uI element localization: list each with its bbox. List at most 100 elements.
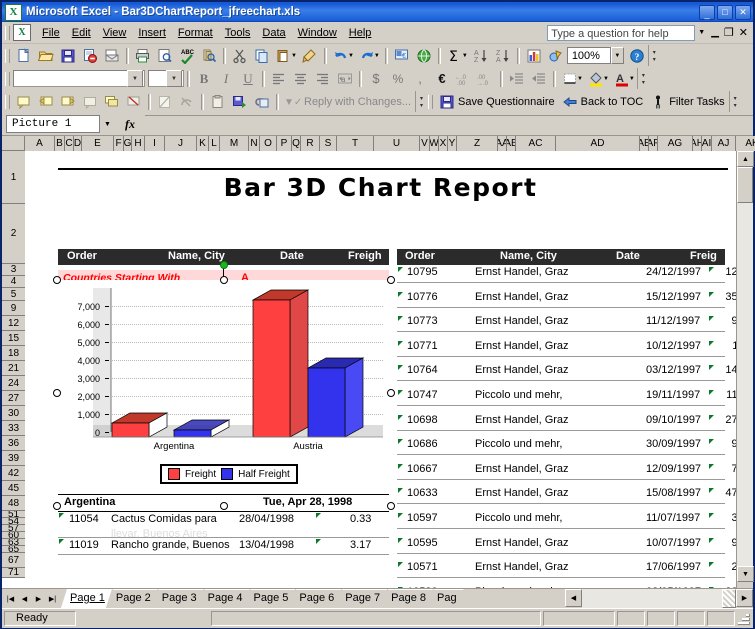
email-icon[interactable] <box>101 45 123 66</box>
resize-grip-icon[interactable] <box>737 612 751 626</box>
col-P[interactable]: P <box>277 136 292 151</box>
delete-comment-icon[interactable] <box>123 91 145 112</box>
comma-style-icon[interactable]: , <box>409 68 431 89</box>
align-right-icon[interactable] <box>312 68 334 89</box>
formula-input[interactable] <box>145 114 753 134</box>
insert-function-icon[interactable]: fx <box>115 117 145 132</box>
row-15[interactable]: 15 <box>2 331 25 346</box>
font-size-dropdown-icon[interactable]: ▼ <box>166 70 182 87</box>
permission-icon[interactable] <box>79 45 101 66</box>
sheet-tab-9[interactable]: Pag <box>428 589 464 608</box>
attach-file-icon[interactable] <box>251 91 273 112</box>
menu-edit[interactable]: Edit <box>66 25 97 41</box>
merge-and-center-icon[interactable]: a <box>334 68 356 89</box>
save-questionnaire-label[interactable]: Save Questionnaire <box>458 96 559 108</box>
back-to-toc-icon[interactable] <box>559 91 581 112</box>
font-name-dropdown-icon[interactable]: ▼ <box>127 70 143 87</box>
print-icon[interactable] <box>132 45 154 66</box>
underline-icon[interactable]: U <box>237 68 259 89</box>
col-Z[interactable]: Z <box>457 136 498 151</box>
row-60[interactable]: 60 <box>2 532 25 539</box>
col-AD[interactable]: AD <box>556 136 640 151</box>
handle-middle-right[interactable] <box>387 389 395 397</box>
redo-icon[interactable] <box>356 45 378 66</box>
sheet-tab-3[interactable]: Page 3 <box>153 589 204 608</box>
spelling-icon[interactable]: ABC <box>176 45 198 66</box>
col-AA[interactable]: AA <box>498 136 507 151</box>
col-AH[interactable]: AH <box>693 136 702 151</box>
first-sheet-icon[interactable]: |◀ <box>4 591 17 606</box>
col-C[interactable]: C <box>65 136 74 151</box>
insert-hyperlink-icon[interactable]: € <box>391 45 413 66</box>
col-G[interactable]: G <box>124 136 132 151</box>
update-file-icon[interactable] <box>229 91 251 112</box>
print-preview-icon[interactable] <box>154 45 176 66</box>
decrease-indent-icon[interactable] <box>506 68 528 89</box>
row-33[interactable]: 33 <box>2 421 25 436</box>
col-L[interactable]: L <box>209 136 220 151</box>
sheet-tab-7[interactable]: Page 7 <box>336 589 387 608</box>
cut-icon[interactable] <box>229 45 251 66</box>
custom-toolbar-overflow[interactable]: ▾ ▾ <box>728 91 741 112</box>
col-U[interactable]: U <box>374 136 420 151</box>
vertical-scrollbar[interactable]: ▲ ▼ <box>736 151 754 588</box>
row-12[interactable]: 12 <box>2 316 25 331</box>
rotation-handle[interactable] <box>220 261 228 269</box>
bold-icon[interactable]: B <box>193 68 215 89</box>
decrease-decimal-icon[interactable]: .00 →.0 <box>475 68 497 89</box>
col-AE[interactable]: AE <box>640 136 649 151</box>
row-21[interactable]: 21 <box>2 361 25 376</box>
filter-tasks-icon[interactable] <box>647 91 669 112</box>
next-comment-icon[interactable] <box>57 91 79 112</box>
new-icon[interactable] <box>13 45 35 66</box>
align-left-icon[interactable] <box>268 68 290 89</box>
last-sheet-icon[interactable]: ▶| <box>46 591 59 606</box>
row-3[interactable]: 3 <box>2 264 25 276</box>
menu-tools[interactable]: Tools <box>219 25 257 41</box>
row-2[interactable]: 2 <box>2 204 25 264</box>
drawing-icon[interactable] <box>545 45 567 66</box>
menu-file[interactable]: File <box>36 25 66 41</box>
col-AJ[interactable]: AJ <box>712 136 736 151</box>
row-5[interactable]: 5 <box>2 288 25 301</box>
menu-insert[interactable]: Insert <box>132 25 172 41</box>
handle-middle-left[interactable] <box>53 389 61 397</box>
standard-toolbar-overflow[interactable]: ▾ ▾ <box>647 45 660 66</box>
sheet-tab-1[interactable]: Page 1 <box>61 589 112 608</box>
row-24[interactable]: 24 <box>2 376 25 391</box>
col-F[interactable]: F <box>114 136 124 151</box>
web-icon[interactable] <box>413 45 435 66</box>
col-A[interactable]: A <box>25 136 55 151</box>
increase-decimal-icon[interactable]: ←.0.00 <box>453 68 475 89</box>
col-AC[interactable]: AC <box>516 136 556 151</box>
row-71[interactable]: 71 <box>2 568 25 578</box>
bar-3d-chart-object[interactable]: 7,000 6,000 5,000 4,000 3,000 2,000 1,00… <box>53 261 395 510</box>
col-D[interactable]: D <box>74 136 82 151</box>
select-all-corner[interactable] <box>2 136 25 151</box>
formatting-toolbar-overflow[interactable]: ▾ ▾ <box>636 68 649 89</box>
close-button[interactable]: ✕ <box>735 4 751 20</box>
mdi-restore-icon[interactable]: ❐ <box>724 26 734 39</box>
name-box[interactable]: Picture 1 <box>6 115 100 133</box>
open-icon[interactable] <box>35 45 57 66</box>
align-center-icon[interactable] <box>290 68 312 89</box>
row-57[interactable]: 57 <box>2 525 25 532</box>
reply-with-changes-icon[interactable]: ▼✓ <box>282 91 304 112</box>
reject-changes-icon[interactable] <box>176 91 198 112</box>
horizontal-scrollbar[interactable]: ◀ ▶ <box>565 589 753 608</box>
col-AI[interactable]: AI <box>702 136 712 151</box>
col-Y[interactable]: Y <box>448 136 457 151</box>
col-H[interactable]: H <box>132 136 145 151</box>
menu-window[interactable]: Window <box>292 25 343 41</box>
new-comment-icon[interactable] <box>13 91 35 112</box>
prev-sheet-icon[interactable]: ◀ <box>18 591 31 606</box>
horizontal-scroll-track[interactable] <box>582 589 736 608</box>
scroll-left-button[interactable]: ◀ <box>565 589 582 607</box>
standard-toolbar-grip[interactable] <box>5 48 10 63</box>
row-51[interactable]: 51 <box>2 511 25 518</box>
vertical-scroll-track[interactable] <box>737 203 753 566</box>
row-42[interactable]: 42 <box>2 466 25 481</box>
sort-desc-icon[interactable]: ZA <box>492 45 514 66</box>
row-48[interactable]: 48 <box>2 496 25 511</box>
sheet-tab-2[interactable]: Page 2 <box>107 589 158 608</box>
